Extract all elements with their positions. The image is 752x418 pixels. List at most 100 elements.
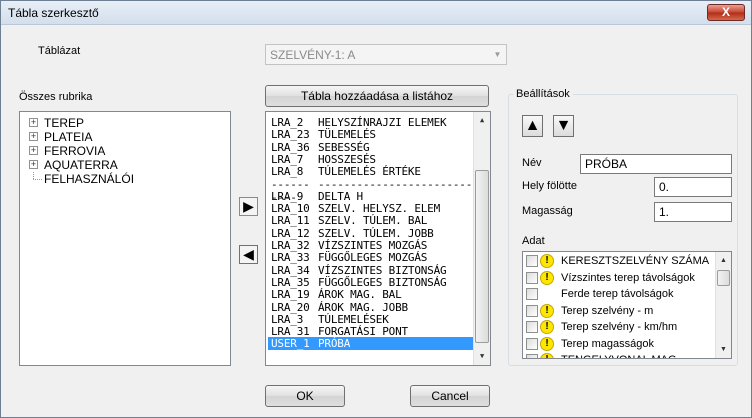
move-up-button[interactable]: ▲: [522, 115, 543, 137]
tree-item[interactable]: + TEREP: [20, 116, 220, 130]
list-scrollbar[interactable]: ▲ ▼: [473, 112, 490, 365]
scroll-up-icon[interactable]: ▲: [716, 252, 731, 269]
table-select[interactable]: SZELVÉNY-1: A ▼: [265, 44, 507, 65]
list-item-name: HELYSZÍNRAJZI ELEMEK: [318, 116, 447, 129]
list-item[interactable]: LRA_7 HOSSZESÉS: [268, 153, 473, 166]
list-item-name: TÜLEMELÉS: [318, 128, 376, 142]
scroll-down-icon[interactable]: ▼: [716, 341, 731, 358]
tree-item-label: PLATEIA: [44, 130, 93, 144]
list-item-code: LRA_7: [271, 152, 304, 166]
list-item[interactable]: USER_1 PRÓBA: [268, 337, 473, 351]
list-item-name: SZELV. HELYSZ. ELEM: [318, 202, 441, 216]
data-item-label: Terep szelvény - km/hm: [561, 321, 678, 333]
tree-line: [33, 172, 34, 179]
add-table-button[interactable]: Tábla hozzáadása a listához: [265, 85, 489, 107]
list-item[interactable]: LRA_11 SZELV. TÚLEM. BAL: [268, 214, 473, 227]
list-item-code: LRA_12: [271, 226, 310, 240]
expand-icon[interactable]: +: [29, 160, 38, 169]
checkbox[interactable]: [526, 354, 538, 358]
table-label: Táblázat: [38, 45, 81, 57]
checkbox[interactable]: [526, 255, 538, 267]
scroll-down-icon[interactable]: ▼: [474, 348, 490, 365]
list-item-code: LRA_19: [271, 288, 310, 302]
list-item[interactable]: LRA_10 SZELV. HELYSZ. ELEM: [268, 202, 473, 215]
height-field[interactable]: 1.: [654, 202, 732, 222]
table-select-value: SZELVÉNY-1: A: [270, 48, 356, 62]
cancel-button[interactable]: Cancel: [410, 385, 490, 407]
expand-icon[interactable]: +: [29, 132, 38, 141]
warning-icon: !: [540, 320, 554, 334]
triangle-up-icon: ▲: [524, 117, 541, 134]
expand-icon[interactable]: +: [29, 118, 38, 127]
close-button[interactable]: X: [707, 4, 745, 21]
tree-item[interactable]: + AQUATERRA: [20, 158, 220, 172]
data-scrollbar[interactable]: ▲ ▼: [715, 252, 731, 358]
list-item[interactable]: LRA_12 SZELV. TÚLEM. JOBB: [268, 227, 473, 240]
data-item-label: KERESZTSZELVÉNY SZÁMA: [561, 255, 710, 267]
data-item[interactable]: ! Terep magasságok: [525, 336, 715, 352]
data-list[interactable]: ▲ ▼ ! KERESZTSZELVÉNY SZÁMA ! Vízszintes te…: [522, 251, 732, 359]
column-tree[interactable]: + TEREP + PLATEIA + FERROVIA + AQUATERRA FELHASZ…: [19, 111, 231, 366]
list-item[interactable]: LRA_33 FÜGGŐLEGES MOZGÁS: [268, 251, 473, 264]
list-item-name: FÜGGŐLEGES MOZGÁS: [318, 251, 428, 265]
list-item-code: LRA_2: [271, 116, 304, 129]
list-item-code: LRA_36: [271, 140, 310, 154]
list-item-name: TÚLEMELÉS ÉRTÉKE: [318, 165, 421, 179]
list-item[interactable]: LRA_35 FÜGGŐLEGES BIZTONSÁG: [268, 276, 473, 289]
arrow-left-icon: ◀: [243, 246, 254, 262]
checkbox[interactable]: [526, 321, 538, 333]
data-item[interactable]: ! KERESZTSZELVÉNY SZÁMA: [525, 253, 715, 269]
list-item-name: SEBESSÉG: [318, 140, 370, 154]
list-item[interactable]: LRA_2 HELYSZÍNRAJZI ELEMEK: [268, 116, 473, 129]
window-title: Tábla szerkesztő: [8, 6, 99, 20]
data-item[interactable]: Ferde terep távolságok: [525, 286, 715, 302]
checkbox[interactable]: [526, 271, 538, 284]
checkbox[interactable]: [526, 304, 538, 317]
chevron-down-icon[interactable]: ▼: [489, 45, 506, 64]
list-item[interactable]: LRA_36 SEBESSÉG: [268, 141, 473, 154]
tree-item[interactable]: FELHASZNÁLÓI: [20, 172, 220, 186]
checkbox[interactable]: [526, 288, 538, 300]
arrow-right-icon: ▶: [243, 198, 254, 214]
list-item-code: LRA_35: [271, 275, 310, 289]
warning-icon: !: [540, 353, 554, 358]
list-item[interactable]: LRA_20 ÁROK MAG. JOBB: [268, 301, 473, 314]
list-item[interactable]: LRA_19 ÁROK MAG. BAL: [268, 288, 473, 301]
checkbox[interactable]: [526, 337, 538, 350]
scroll-thumb[interactable]: [717, 270, 730, 286]
list-item[interactable]: LRA_23 TÜLEMELÉS: [268, 128, 473, 141]
list-item-code: LRA_23: [271, 128, 310, 142]
warning-icon: !: [540, 303, 554, 318]
data-item[interactable]: ! TENGELYVONAL MAG.: [525, 352, 715, 358]
name-field[interactable]: PRÓBA: [580, 154, 732, 174]
list-item-code: LRA_8: [271, 165, 304, 179]
list-item-name: HOSSZESÉS: [318, 152, 376, 166]
list-item[interactable]: LRA_34 VÍZSZINTES BIZTONSÁG: [268, 264, 473, 277]
scroll-thumb[interactable]: [475, 170, 489, 343]
tree-item[interactable]: + PLATEIA: [20, 130, 220, 144]
data-item-label: Terep magasságok: [561, 337, 654, 350]
data-item[interactable]: ! Terep szelvény - m: [525, 303, 715, 319]
data-item[interactable]: ! Terep szelvény - km/hm: [525, 319, 715, 335]
settings-label: Beállítások: [513, 88, 573, 100]
list-item[interactable]: LRA_31 FORGATÁSI PONT: [268, 325, 473, 338]
list-item[interactable]: LRA_9 DELTA H: [268, 190, 473, 203]
move-left-button[interactable]: ◀: [239, 245, 258, 264]
height-above-field[interactable]: 0.: [654, 177, 732, 197]
warning-icon: !: [540, 254, 554, 268]
column-list[interactable]: ▲ ▼ LRA_2 HELYSZÍNRAJZI ELEMEK LRA_23 TÜLEM…: [265, 111, 491, 366]
data-item[interactable]: ! Vízszintes terep távolságok: [525, 270, 715, 286]
move-down-button[interactable]: ▼: [553, 115, 574, 137]
height-above-label: Hely fölötte: [522, 180, 578, 192]
all-columns-label: Összes rubrika: [19, 91, 93, 103]
expand-icon[interactable]: +: [29, 146, 38, 155]
scroll-up-icon[interactable]: ▲: [474, 112, 490, 129]
list-item[interactable]: LRA_8 TÚLEMELÉS ÉRTÉKE: [268, 165, 473, 178]
list-item-code: LRA_33: [271, 251, 310, 265]
tree-item[interactable]: + FERROVIA: [20, 144, 220, 158]
ok-button[interactable]: OK: [265, 385, 345, 407]
move-right-button[interactable]: ▶: [239, 197, 258, 216]
list-item[interactable]: ------ ----------------------------: [268, 178, 473, 204]
list-item-code: LRA_10: [271, 202, 310, 216]
list-item[interactable]: LRA_3 TÚLEMELÉSEK: [268, 313, 473, 326]
